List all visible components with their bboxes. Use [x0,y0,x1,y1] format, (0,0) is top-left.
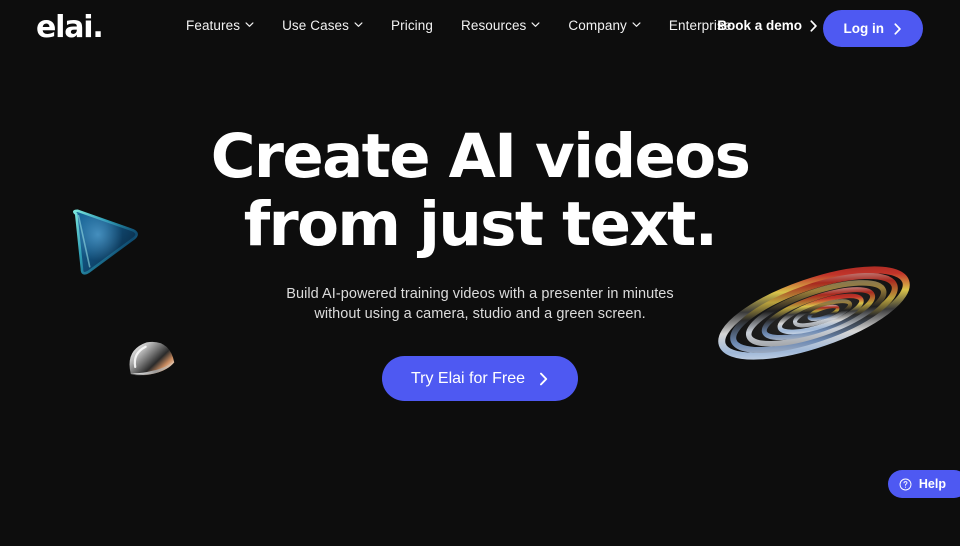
book-a-demo-link[interactable]: Book a demo [717,19,818,33]
nav-item-label: Resources [460,18,527,33]
nav-links-group: Features Use Cases Pricing Resources Com… [186,19,731,33]
nav-item-use-cases[interactable]: Use Cases [282,19,363,33]
help-widget-label: Help [918,476,946,491]
chevron-down-icon [354,20,363,29]
login-button-label: Log in [843,20,885,36]
nav-item-resources[interactable]: Resources [461,19,540,33]
hero-headline-line1: Create AI videos [210,121,751,192]
chevron-right-icon [538,372,549,386]
nav-item-features[interactable]: Features [186,19,254,33]
hero-subheadline-line1: Build AI-powered training videos with a … [286,286,674,302]
iridescent-spiral-decoration [710,258,918,368]
nav-item-company[interactable]: Company [568,18,641,33]
nav-item-label: Use Cases [282,18,350,33]
hero-subheadline: Build AI-powered training videos with a … [270,285,690,324]
chrome-dome-decoration [120,331,180,380]
nav-item-pricing[interactable]: Pricing [391,19,433,33]
nav-item-label: Features [186,18,241,33]
try-elai-for-free-button[interactable]: Try Elai for Free [381,356,579,401]
login-button[interactable]: Log in [822,10,923,47]
hero-headline-line2: from just text. [243,189,718,260]
hero-landing-page: elai. Features Use Cases Pricing Resourc… [0,0,960,546]
blue-play-triangle-decoration [61,193,154,286]
chevron-down-icon [632,20,641,29]
elai-logo[interactable]: elai. [36,13,104,43]
chevron-down-icon [531,20,540,29]
main-navigation: elai. Features Use Cases Pricing Resourc… [0,0,960,56]
chevron-right-icon [809,20,818,32]
cta-button-label: Try Elai for Free [410,369,526,387]
chevron-down-icon [245,20,254,29]
question-mark-circle-icon [899,478,912,491]
nav-item-label: Pricing [391,18,433,33]
help-widget-button[interactable]: Help [887,470,960,498]
hero-cta-wrapper: Try Elai for Free [381,356,579,401]
nav-item-label: Company [568,18,627,33]
hero-headline: Create AI videos from just text. [200,123,760,259]
chevron-right-icon [893,22,902,35]
hero-section: Create AI videos from just text. Build A… [0,0,960,546]
hero-subheadline-line2: without using a camera, studio and a gre… [314,305,646,322]
book-a-demo-label: Book a demo [717,18,802,33]
